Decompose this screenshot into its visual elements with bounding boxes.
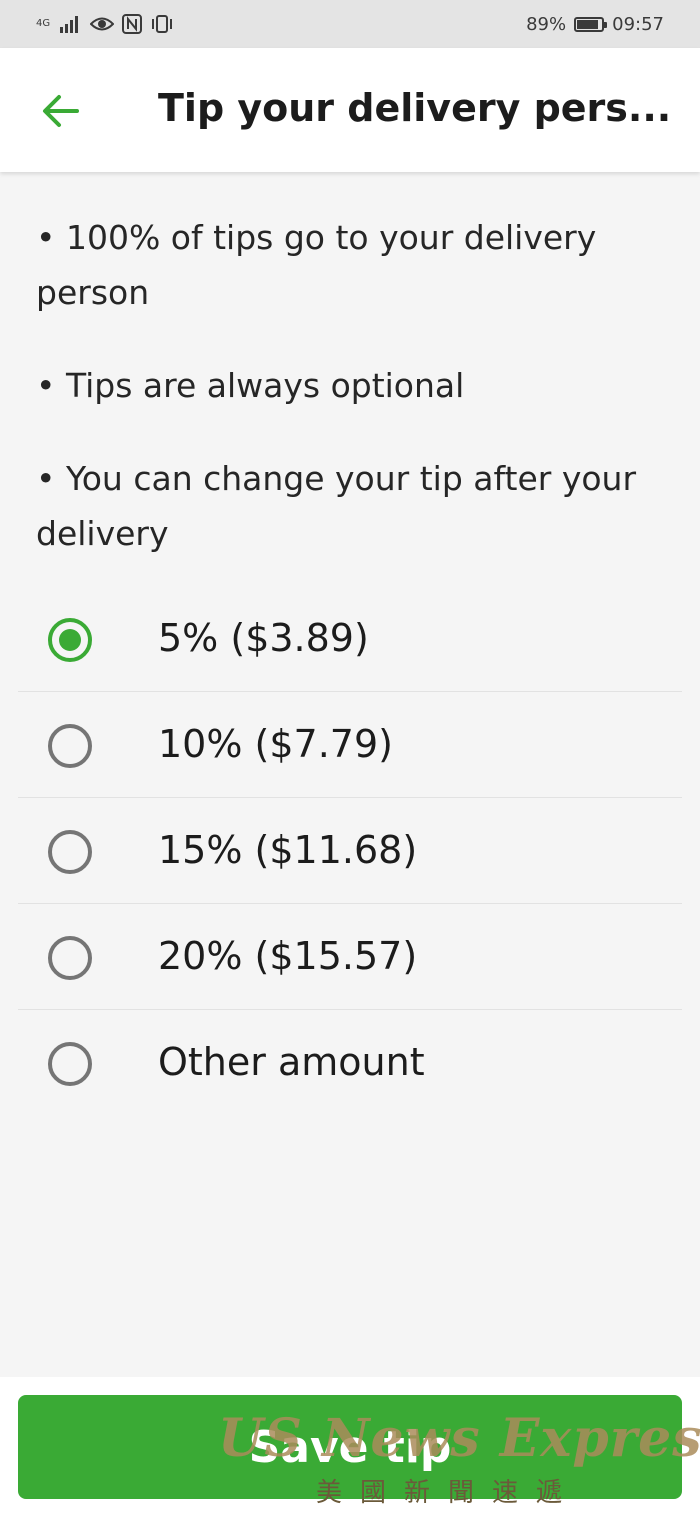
tip-option-5[interactable]: 5% ($3.89) [18,586,682,692]
back-button[interactable] [38,88,84,134]
battery-percent: 89% [526,13,567,35]
save-tip-button[interactable]: Save tip [18,1395,682,1499]
info-item: • 100% of tips go to your delivery perso… [36,218,597,312]
status-right: 89% 09:57 [526,14,664,35]
radio-button[interactable] [48,1042,92,1086]
info-item: • Tips are always optional [36,366,465,405]
eye-icon [90,17,115,31]
clock: 09:57 [612,13,664,35]
status-bar: 4G 89% 09:57 [0,0,700,48]
radio-button[interactable] [48,724,92,768]
info-item: • You can change your tip after your del… [36,459,637,553]
battery-level [577,19,599,29]
tip-option-label: 15% ($11.68) [158,828,418,872]
tip-option-label: Other amount [158,1040,425,1084]
nfc-icon [122,14,143,34]
page-title: Tip your delivery pers... [158,86,672,130]
bottom-bar: Save tip [0,1377,700,1517]
battery-icon [574,16,608,32]
signal-icon [60,16,79,33]
status-icons: 4G [36,14,174,34]
tip-options: 5% ($3.89) 10% ($7.79) 15% ($11.68) 20% … [18,586,682,1116]
tip-option-10[interactable]: 10% ($7.79) [18,692,682,798]
vibrate-icon [152,15,173,33]
radio-button[interactable] [48,618,92,662]
tip-option-other[interactable]: Other amount [18,1010,682,1116]
app-bar: Tip your delivery pers... [0,48,700,172]
tip-option-20[interactable]: 20% ($15.57) [18,904,682,1010]
tip-option-label: 5% ($3.89) [158,616,369,660]
radio-button[interactable] [48,936,92,980]
tip-option-label: 10% ($7.79) [158,722,393,766]
back-arrow-icon [43,95,79,127]
tip-option-15[interactable]: 15% ($11.68) [18,798,682,904]
tip-option-label: 20% ($15.57) [158,934,418,978]
tip-info: • 100% of tips go to your delivery perso… [0,172,700,561]
radio-button[interactable] [48,830,92,874]
network-label: 4G [36,18,51,29]
